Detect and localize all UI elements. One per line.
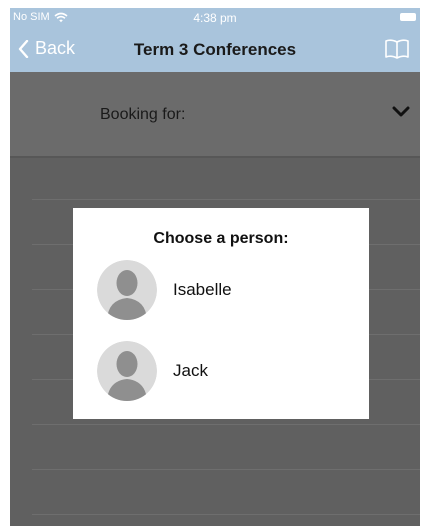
app-screen: No SIM 4:38 pm Back Term 3 Conferences B… xyxy=(10,8,420,526)
status-time: 4:38 pm xyxy=(193,11,237,25)
book-button[interactable] xyxy=(384,38,410,65)
chevron-down-icon xyxy=(392,106,410,117)
person-name: Isabelle xyxy=(173,280,232,299)
status-bar: No SIM 4:38 pm xyxy=(10,8,420,28)
person-name: Jack xyxy=(173,361,208,380)
dialog-heading: Choose a person: xyxy=(153,230,289,247)
booking-for-dropdown[interactable]: Booking for: xyxy=(10,72,420,158)
person-option-jack[interactable]: Jack xyxy=(97,341,347,401)
row-divider xyxy=(32,199,420,200)
row-divider xyxy=(32,514,420,515)
person-option-isabelle[interactable]: Isabelle xyxy=(97,260,347,320)
row-divider xyxy=(32,424,420,425)
battery-icon xyxy=(400,13,416,21)
navigation-bar: Back Term 3 Conferences xyxy=(10,28,420,72)
avatar-icon xyxy=(97,341,157,401)
book-icon xyxy=(385,39,409,59)
page-title: Term 3 Conferences xyxy=(133,40,297,59)
booking-for-label: Booking for: xyxy=(100,106,186,123)
row-divider xyxy=(32,469,420,470)
choose-person-dialog: Choose a person: Isabelle Jack xyxy=(73,208,369,419)
avatar-icon xyxy=(97,260,157,320)
